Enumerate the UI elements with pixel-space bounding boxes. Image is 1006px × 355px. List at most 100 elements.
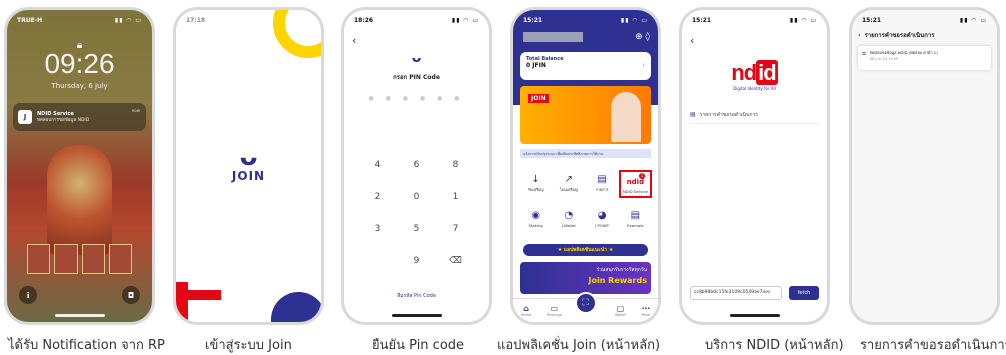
red-bar-decor — [176, 290, 221, 300]
service-transfer[interactable]: ↗ โอนเหรียญ — [552, 170, 585, 198]
arrow-up-right-icon: ↗ — [564, 174, 574, 185]
join-logo-mark: ᴗ — [239, 142, 258, 172]
wallpaper-figure — [47, 145, 112, 255]
service-jpoint[interactable]: ◕ J POINT — [586, 206, 619, 230]
promo-banner[interactable]: JOIN — [520, 86, 651, 144]
service-history[interactable]: ▤ รายการ — [586, 170, 619, 198]
banner-badge: JOIN — [528, 94, 549, 103]
request-date: 06 ก.ค. 23 15:59 — [869, 57, 899, 61]
service-ndid[interactable]: 1 ndid NDID Service — [618, 170, 652, 198]
balance-card[interactable]: Total Balance 0 JFIN › — [520, 52, 651, 80]
join-app-icon: J — [18, 110, 32, 124]
document-icon: ▤ — [630, 210, 641, 221]
back-button[interactable]: ‹ — [858, 32, 860, 39]
status-bar: TRUE-H ▮▮ ◠ ▭ — [17, 15, 142, 25]
staking-icon: ◉ — [531, 210, 540, 221]
home-screen: 15:21 ▮▮ ◠ ▭ ⊕ ◊ Total Balance 0 JFIN › J… — [513, 10, 658, 322]
key[interactable]: 0 — [397, 192, 436, 202]
rewards-title: ร่วมสนุกรับรางวัลทุกวัน — [596, 267, 647, 273]
key-empty — [358, 256, 397, 266]
fetch-button[interactable]: fetch — [789, 286, 819, 300]
phone-home: 15:21 ▮▮ ◠ ▭ ⊕ ◊ Total Balance 0 JFIN › J… — [510, 7, 661, 325]
status-bar: 15:21 ▮▮ ◠ ▭ — [692, 15, 817, 25]
notification-body: ทดสอบการขอข้อมูล NDID — [37, 117, 90, 123]
balance-value: 0 JFIN — [526, 62, 546, 69]
banner-person — [611, 92, 641, 142]
pending-requests-link[interactable]: ▤ รายการคำขอรอดำเนินการ — [690, 106, 819, 124]
ndid-icon: ndid — [626, 178, 645, 186]
status-time: 15:21 — [692, 16, 712, 24]
phone-splash: 17:18 ᴗ JOIN — [173, 7, 324, 325]
caption: บริการ NDID (หน้าหลัก) — [705, 338, 844, 353]
caption: เข้าสู่ระบบ Join — [205, 338, 292, 353]
globe-bell-icon[interactable]: ⊕ ◊ — [635, 32, 650, 42]
key[interactable]: 3 — [358, 224, 397, 234]
backspace-icon[interactable]: ⌫ — [436, 256, 475, 266]
scan-face-icon: ⌗ — [862, 50, 866, 58]
redacted-user — [523, 32, 583, 42]
signal-battery-icon: ▮▮ ◠ ▭ — [451, 16, 479, 24]
document-icon: ▤ — [597, 174, 607, 185]
camera-icon[interactable]: ◘ — [122, 286, 140, 304]
wallet-icon: ▢ — [616, 304, 625, 313]
key[interactable]: 7 — [436, 224, 475, 234]
forgot-pin-link[interactable]: ลืมรหัส Pin Code — [344, 292, 489, 300]
service-grid: ↓ รับเหรียญ ↗ โอนเหรียญ ▤ รายการ 1 ndid NDID … — [519, 170, 652, 230]
tab-more[interactable]: ⋯ More — [641, 304, 650, 317]
key[interactable]: 4 — [358, 160, 397, 170]
point-icon: ◕ — [597, 210, 607, 221]
caption: ยืนยัน Pin code — [372, 338, 465, 353]
key[interactable]: 5 — [397, 224, 436, 234]
reference-input[interactable]: cc8b98b0c15fe3109c0549ae7aec — [690, 286, 782, 300]
join-logo: ᴗ JOIN — [176, 142, 321, 183]
notification-badge: 1 — [639, 173, 645, 179]
service-jwallet[interactable]: ◔ J-Wallet — [552, 206, 585, 230]
requests-screen: 15:21 ▮▮ ◠ ▭ ‹ รายการคำขอรอดำเนินการ ⌗ ทดส… — [852, 10, 997, 322]
tab-wallet[interactable]: ▢ Wallet — [615, 304, 626, 317]
tab-privilege[interactable]: ▭ Privilege — [547, 304, 562, 317]
signal-battery-icon: ▮▮ ◠ ▭ — [789, 16, 817, 24]
page-title: ‹ รายการคำขอรอดำเนินการ — [858, 32, 935, 39]
key[interactable]: 1 — [436, 192, 475, 202]
home-indicator — [729, 314, 780, 317]
request-item[interactable]: ⌗ ทดสอบขอข้อมูล NDID (ทดสอบ ดาต้า 1) 06 … — [858, 46, 991, 70]
status-time: 15:21 — [862, 16, 882, 24]
phone-lockscreen: TRUE-H ▮▮ ◠ ▭ 🔒︎ 09:26 Thursday, 6 July J… — [4, 7, 155, 325]
key[interactable]: 6 — [397, 160, 436, 170]
service-receive[interactable]: ↓ รับเหรียญ — [519, 170, 552, 198]
pin-dots: ● ● ● ● ● ● — [368, 95, 465, 102]
scan-button[interactable]: ⛶ — [574, 292, 597, 314]
red-bar-decor — [176, 282, 188, 322]
stage: TRUE-H ▮▮ ◠ ▭ 🔒︎ 09:26 Thursday, 6 July J… — [0, 0, 1006, 355]
phone-requests: 15:21 ▮▮ ◠ ▭ ‹ รายการคำขอรอดำเนินการ ⌗ ทดส… — [849, 7, 1000, 325]
ndid-screen: 15:21 ▮▮ ◠ ▭ ‹ ndid Digital Identity for … — [682, 10, 827, 322]
pin-screen: 18:26 ▮▮ ◠ ▭ ‹ ᴗ กรอก PIN Code ● ● ● ● ● … — [344, 10, 489, 322]
phone-ndid: 15:21 ▮▮ ◠ ▭ ‹ ndid Digital Identity for … — [679, 7, 830, 325]
key[interactable]: 9 — [397, 256, 436, 266]
key[interactable]: 2 — [358, 192, 397, 202]
recommended-apps-bar[interactable]: ★ แอปพลิเคชันแนะนำ ★ — [523, 244, 648, 256]
back-button[interactable]: ‹ — [352, 34, 356, 47]
join-logo-text: JOIN — [231, 169, 266, 183]
home-icon: ⌂ — [523, 304, 529, 313]
service-example[interactable]: ▤ Example — [619, 206, 652, 230]
announcement-ticker[interactable]: แจ้งการปรับปรุงระบบ เพื่อเพิ่มประสิทธิภา… — [520, 149, 651, 158]
service-staking[interactable]: ◉ Staking — [519, 206, 552, 230]
notification-banner[interactable]: J NDID Service ทดสอบการขอข้อมูล NDID now — [13, 103, 146, 131]
lock-time: 09:26 — [44, 48, 115, 79]
caption: ได้รับ Notification จาก RP — [8, 338, 165, 353]
wallet-icon: ◔ — [564, 210, 574, 221]
notification-title: NDID Service — [37, 110, 74, 117]
signal-battery-icon: ▮▮ ◠ ▭ — [959, 16, 987, 24]
rewards-banner[interactable]: ร่วมสนุกรับรางวัลทุกวัน Join Rewards — [520, 262, 651, 294]
status-bar: 15:21 ▮▮ ◠ ▭ — [523, 15, 648, 25]
wallpaper-cards — [27, 244, 132, 274]
flashlight-icon[interactable]: ℹ — [19, 286, 37, 304]
arrow-down-icon: ↓ — [531, 174, 540, 185]
home-indicator — [54, 314, 105, 317]
status-time: 18:26 — [354, 16, 374, 24]
back-button[interactable]: ‹ — [690, 34, 694, 47]
key[interactable]: 8 — [436, 160, 475, 170]
phone-pin: 18:26 ▮▮ ◠ ▭ ‹ ᴗ กรอก PIN Code ● ● ● ● ● … — [341, 7, 492, 325]
tab-home[interactable]: ⌂ Home — [521, 304, 531, 317]
